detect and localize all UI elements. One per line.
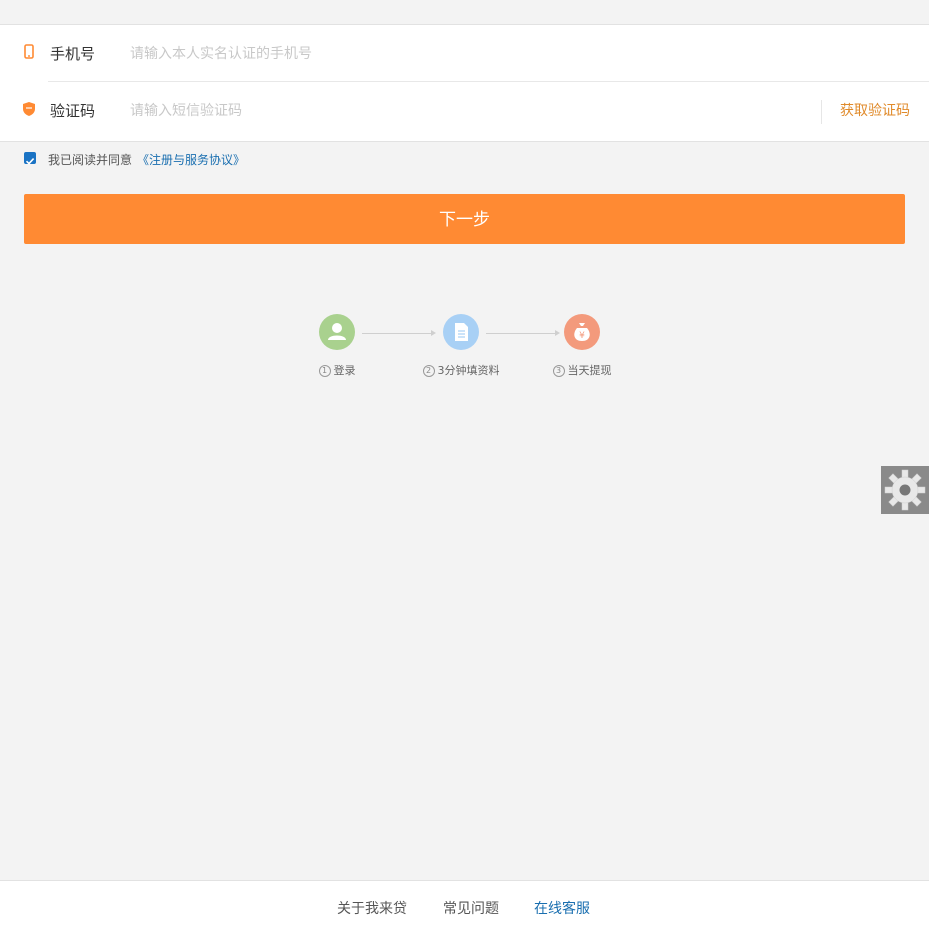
login-form: 手机号 验证码 获取验证码	[0, 24, 929, 142]
phone-input[interactable]	[128, 39, 732, 69]
settings-button[interactable]	[881, 466, 929, 514]
svg-text:¥: ¥	[579, 331, 585, 341]
step-login: 1 登录	[277, 314, 397, 378]
agreement-link[interactable]: 《注册与服务协议》	[137, 151, 245, 168]
process-steps: 1 登录 2 3分钟填资料 ¥ 3 当天提现	[300, 314, 630, 384]
code-separator	[821, 100, 822, 124]
document-icon	[443, 314, 479, 350]
gear-icon	[884, 469, 926, 511]
step-fill-info: 2 3分钟填资料	[401, 314, 521, 378]
phone-label: 手机号	[50, 45, 96, 63]
step-label: 3分钟填资料	[437, 364, 500, 377]
money-bag-icon: ¥	[564, 314, 600, 350]
footer-link-support[interactable]: 在线客服	[534, 898, 590, 918]
phone-icon	[24, 44, 34, 59]
step-withdraw: ¥ 3 当天提现	[522, 314, 642, 378]
user-icon	[319, 314, 355, 350]
code-label: 验证码	[50, 102, 96, 120]
agreement-text: 我已阅读并同意	[48, 153, 133, 167]
sms-code-input[interactable]	[128, 96, 732, 126]
step-number: 2	[422, 365, 435, 377]
shield-icon	[23, 102, 35, 116]
phone-row: 手机号	[0, 25, 929, 82]
get-code-button[interactable]: 获取验证码	[840, 100, 910, 120]
agreement-checkbox[interactable]	[24, 152, 36, 165]
step-number: 3	[552, 365, 565, 377]
footer-link-faq[interactable]: 常见问题	[443, 898, 499, 918]
step-label: 登录	[333, 364, 356, 377]
step-number: 1	[318, 365, 331, 377]
footer-link-about[interactable]: 关于我来贷	[337, 898, 407, 918]
code-row: 验证码 获取验证码	[0, 82, 929, 138]
footer: 关于我来贷 常见问题 在线客服	[0, 880, 929, 931]
next-step-button[interactable]: 下一步	[24, 194, 905, 244]
step-label: 当天提现	[567, 364, 612, 377]
check-icon	[25, 158, 35, 165]
